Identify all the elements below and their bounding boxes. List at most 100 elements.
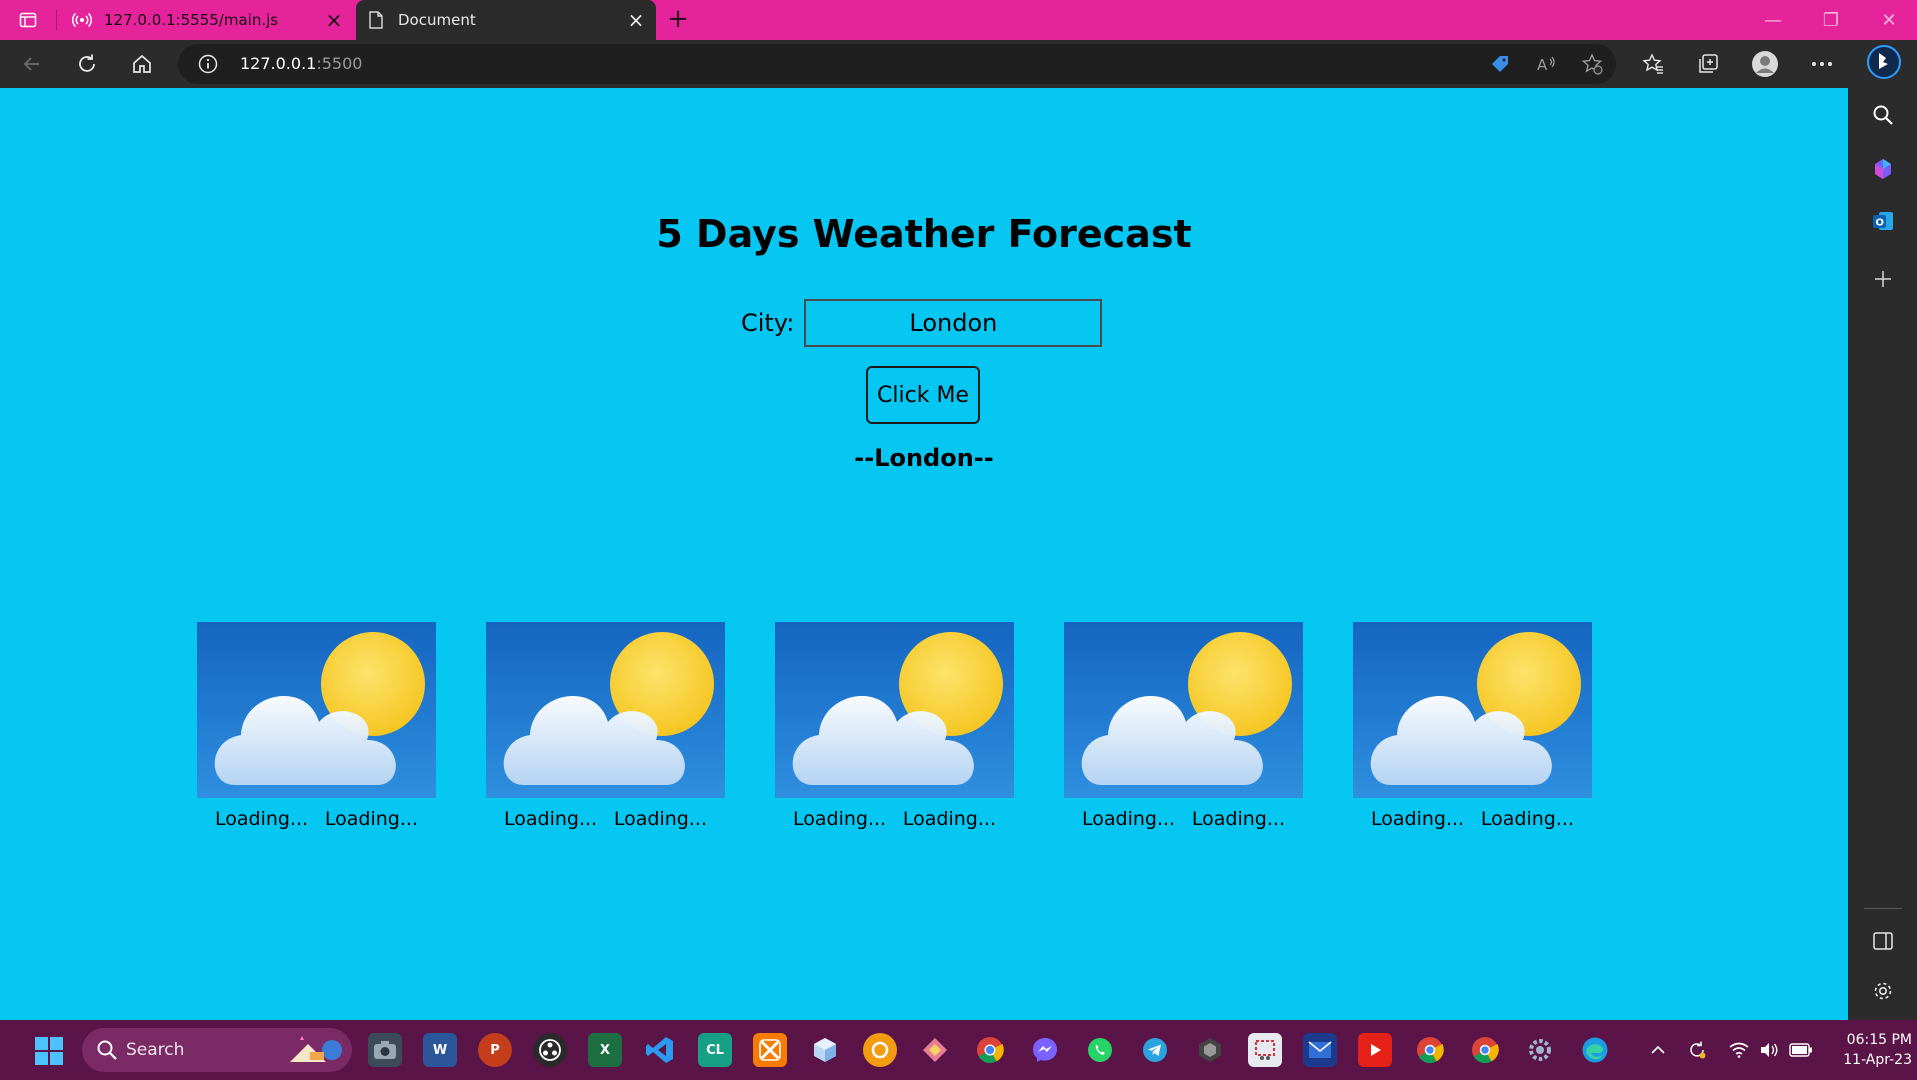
battery-icon[interactable]	[1788, 1038, 1814, 1062]
edge-sidebar: O	[1848, 40, 1917, 1020]
chrome-alt-app-icon[interactable]	[1468, 1033, 1502, 1067]
forecast-card-labels: Loading... Loading...	[1064, 802, 1303, 830]
page-content: 5 Days Weather Forecast City: Click Me -…	[0, 88, 1848, 1020]
coupon-tag-icon[interactable]	[1488, 52, 1512, 76]
forecast-card: Loading... Loading...	[1064, 622, 1303, 830]
city-label: City:	[741, 309, 795, 337]
clock-date: 11-Apr-23	[1843, 1052, 1912, 1068]
close-window-icon[interactable]: ✕	[1861, 0, 1917, 40]
snipping-tool-app-icon[interactable]	[1248, 1033, 1282, 1067]
collections-icon[interactable]	[1692, 48, 1724, 80]
unity-app-icon[interactable]	[1193, 1033, 1227, 1067]
windows-taskbar: Search W P X CL 06:15 PM 11-Apr-23	[0, 1020, 1917, 1080]
address-bar[interactable]: 127.0.0.1:5500 A	[178, 44, 1616, 84]
add-sidebar-app-icon[interactable]	[1870, 266, 1896, 292]
minimize-icon[interactable]: —	[1745, 0, 1801, 40]
forecast-temp-max: Loading...	[902, 808, 996, 830]
close-tab-icon[interactable]: ×	[624, 8, 648, 32]
edge-app-icon[interactable]	[1578, 1033, 1612, 1067]
sync-icon[interactable]	[1686, 1038, 1708, 1062]
forecast-card-labels: Loading... Loading...	[486, 802, 725, 830]
partly-cloudy-icon	[1064, 622, 1303, 798]
youtube-app-icon[interactable]	[1358, 1033, 1392, 1067]
url-port: :5500	[316, 54, 363, 73]
bing-chat-icon[interactable]	[1866, 44, 1902, 80]
wifi-icon[interactable]	[1728, 1038, 1750, 1062]
taskbar-clock[interactable]: 06:15 PM 11-Apr-23	[1822, 1030, 1912, 1070]
close-tab-icon[interactable]: ×	[322, 8, 346, 32]
search-label: Search	[126, 1040, 185, 1060]
cube-app-icon[interactable]	[808, 1033, 842, 1067]
tab-actions-icon[interactable]	[16, 8, 40, 32]
page-title: 5 Days Weather Forecast	[656, 212, 1192, 256]
forecast-temp-max: Loading...	[1480, 808, 1574, 830]
powerpoint-app-icon[interactable]: P	[478, 1033, 512, 1067]
volume-icon[interactable]	[1758, 1038, 1780, 1062]
telegram-app-icon[interactable]	[1138, 1033, 1172, 1067]
forecast-temp-min: Loading...	[504, 808, 598, 830]
shopping-icon[interactable]	[1870, 156, 1896, 182]
diamond-app-icon[interactable]	[918, 1033, 952, 1067]
forecast-temp-max: Loading...	[1191, 808, 1285, 830]
restore-icon[interactable]: ❐	[1803, 0, 1859, 40]
browser-toolbar: 127.0.0.1:5500 A	[0, 40, 1848, 88]
excel-app-icon[interactable]: X	[588, 1033, 622, 1067]
forecast-card-labels: Loading... Loading...	[1353, 802, 1592, 830]
xampp-app-icon[interactable]	[753, 1033, 787, 1067]
partly-cloudy-icon	[1353, 622, 1592, 798]
camera-app-icon[interactable]	[368, 1033, 402, 1067]
new-tab-button[interactable]: +	[664, 6, 692, 34]
chrome-app-icon[interactable]	[973, 1033, 1007, 1067]
taskbar-search[interactable]: Search	[82, 1028, 352, 1072]
partly-cloudy-icon	[197, 622, 436, 798]
forecast-card-labels: Loading... Loading...	[197, 802, 436, 830]
settings-app-icon[interactable]	[1523, 1033, 1557, 1067]
click-me-button[interactable]: Click Me	[866, 366, 980, 424]
city-input[interactable]	[804, 299, 1103, 347]
clock-time: 06:15 PM	[1846, 1032, 1912, 1048]
favorites-icon[interactable]	[1637, 48, 1669, 80]
orange-app-icon[interactable]	[863, 1033, 897, 1067]
tab-title: 127.0.0.1:5555/main.js	[104, 11, 279, 29]
read-aloud-icon[interactable]: A	[1534, 52, 1558, 76]
browser-tab-bar: 127.0.0.1:5555/main.js × Document × + — …	[0, 0, 1917, 40]
whatsapp-app-icon[interactable]	[1083, 1033, 1117, 1067]
search-highlight-illustration-icon	[286, 1034, 346, 1066]
forecast-card: Loading... Loading...	[1353, 622, 1592, 830]
tab-document[interactable]: Document ×	[356, 0, 656, 40]
profile-avatar-icon[interactable]	[1749, 48, 1781, 80]
show-hidden-icons-icon[interactable]	[1648, 1038, 1668, 1062]
back-icon[interactable]	[16, 48, 48, 80]
url-text: 127.0.0.1:5500	[240, 54, 362, 73]
forecast-card: Loading... Loading...	[197, 622, 436, 830]
sidebar-divider	[1864, 908, 1902, 909]
forecast-temp-min: Loading...	[1082, 808, 1176, 830]
word-app-icon[interactable]: W	[423, 1033, 457, 1067]
forecast-temp-min: Loading...	[215, 808, 309, 830]
hide-sidebar-icon[interactable]	[1870, 928, 1896, 954]
partly-cloudy-icon	[775, 622, 1014, 798]
chrome-profile-app-icon[interactable]	[1413, 1033, 1447, 1067]
clion-app-icon[interactable]: CL	[698, 1033, 732, 1067]
search-icon[interactable]	[1870, 102, 1896, 128]
site-info-icon[interactable]	[198, 54, 218, 74]
refresh-icon[interactable]	[71, 48, 103, 80]
obs-app-icon[interactable]	[533, 1033, 567, 1067]
settings-gear-icon[interactable]	[1870, 978, 1896, 1004]
more-options-icon[interactable]	[1806, 48, 1838, 80]
windows-start-icon[interactable]	[34, 1036, 64, 1066]
add-favorite-icon[interactable]	[1580, 52, 1604, 76]
forecast-temp-max: Loading...	[324, 808, 418, 830]
home-icon[interactable]	[126, 48, 158, 80]
tab-title: Document	[398, 11, 476, 29]
forecast-card: Loading... Loading...	[486, 622, 725, 830]
outlook-icon[interactable]: O	[1870, 208, 1896, 234]
tab-main-js[interactable]: 127.0.0.1:5555/main.js ×	[62, 0, 354, 40]
forecast-temp-min: Loading...	[1371, 808, 1465, 830]
svg-text:A: A	[1537, 56, 1548, 74]
vscode-app-icon[interactable]	[643, 1033, 677, 1067]
document-icon	[366, 10, 386, 30]
mail-app-icon[interactable]	[1303, 1033, 1337, 1067]
tab-separator	[56, 10, 57, 30]
messenger-app-icon[interactable]	[1028, 1033, 1062, 1067]
